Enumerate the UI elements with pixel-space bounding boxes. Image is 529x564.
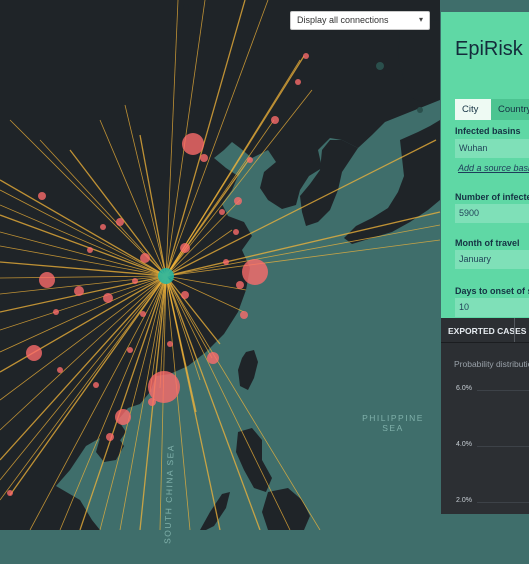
- case-bubble[interactable]: [219, 209, 225, 215]
- case-bubble[interactable]: [26, 345, 42, 361]
- case-bubble[interactable]: [295, 79, 301, 85]
- chevron-down-icon: ▾: [418, 15, 423, 24]
- case-bubble[interactable]: [271, 116, 279, 124]
- case-bubble[interactable]: [180, 243, 190, 253]
- case-bubble[interactable]: [53, 309, 59, 315]
- case-bubble[interactable]: [223, 259, 229, 265]
- case-bubble[interactable]: [39, 272, 55, 288]
- land-island: [417, 107, 423, 113]
- chart-subtitle: Probability distribution: [454, 359, 529, 369]
- control-panel: EpiRisk City Country Infected basins Wuh…: [441, 12, 529, 318]
- case-bubble[interactable]: [236, 281, 244, 289]
- case-bubble[interactable]: [106, 433, 114, 441]
- case-bubble[interactable]: [57, 367, 63, 373]
- tab-country[interactable]: Country: [491, 99, 529, 120]
- y-tick-label: 6.0%: [456, 385, 472, 392]
- case-bubble[interactable]: [115, 409, 131, 425]
- y-tick-label: 4.0%: [456, 441, 472, 448]
- days-onset-label: Days to onset of symptoms: [455, 286, 529, 296]
- sea-label-line: PHILIPPINE: [362, 413, 424, 423]
- days-onset-input[interactable]: 10: [455, 298, 529, 317]
- case-bubble[interactable]: [148, 398, 156, 406]
- sea-label-line: SEA: [382, 423, 404, 433]
- land-island: [183, 4, 189, 10]
- case-bubble[interactable]: [38, 192, 46, 200]
- sea-label-philippine: PHILIPPINE SEA: [355, 413, 431, 433]
- case-bubble[interactable]: [181, 291, 189, 299]
- infected-count-label: Number of infected: [455, 192, 529, 202]
- case-bubble[interactable]: [100, 224, 106, 230]
- case-bubble[interactable]: [242, 259, 268, 285]
- case-bubble[interactable]: [233, 229, 239, 235]
- connections-dropdown[interactable]: Display all connections ▾: [290, 11, 430, 30]
- infected-basins-label: Infected basins: [455, 126, 521, 136]
- app-title: EpiRisk: [455, 38, 523, 60]
- case-bubble[interactable]: [7, 490, 13, 496]
- case-bubble[interactable]: [87, 247, 93, 253]
- y-tick-label: 2.0%: [456, 497, 472, 504]
- case-bubble[interactable]: [127, 347, 133, 353]
- gridline: [477, 502, 529, 503]
- case-bubble[interactable]: [116, 218, 124, 226]
- month-select[interactable]: January: [455, 250, 529, 269]
- header-divider: [441, 342, 529, 343]
- exported-cases-panel: EXPORTED CASES Probability distribution …: [441, 318, 529, 514]
- case-bubble[interactable]: [303, 53, 309, 59]
- month-label: Month of travel: [455, 238, 520, 248]
- case-bubble[interactable]: [132, 278, 138, 284]
- case-bubble[interactable]: [103, 293, 113, 303]
- land-island: [376, 62, 384, 70]
- case-bubble[interactable]: [167, 341, 173, 347]
- case-bubble[interactable]: [247, 157, 253, 163]
- case-bubble[interactable]: [74, 286, 84, 296]
- case-bubble[interactable]: [140, 311, 146, 317]
- case-bubble[interactable]: [207, 352, 219, 364]
- case-bubble[interactable]: [140, 253, 150, 263]
- gridline: [477, 390, 529, 391]
- infected-basins-input[interactable]: Wuhan: [455, 139, 529, 158]
- connections-dropdown-value: Display all connections: [297, 15, 389, 25]
- add-source-basin-link[interactable]: Add a source basin: [458, 163, 529, 173]
- tab-city[interactable]: City: [455, 99, 491, 120]
- case-bubble[interactable]: [240, 311, 248, 319]
- tab-divider: [514, 318, 515, 342]
- case-bubble[interactable]: [93, 382, 99, 388]
- case-bubble[interactable]: [234, 197, 242, 205]
- gridline: [477, 446, 529, 447]
- case-bubble[interactable]: [182, 133, 204, 155]
- case-bubble[interactable]: [200, 154, 208, 162]
- infected-count-input[interactable]: 5900: [455, 204, 529, 223]
- source-city-marker[interactable]: [158, 268, 174, 284]
